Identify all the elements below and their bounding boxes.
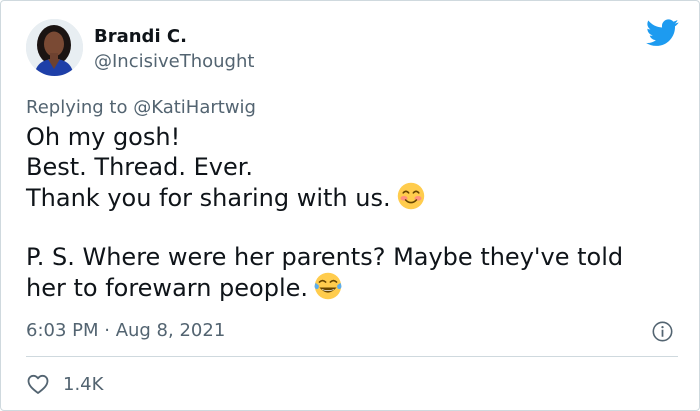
like-count: 1.4K <box>63 373 104 395</box>
smiling-face-icon <box>397 182 424 210</box>
tweet-line: P. S. Where were her parents? Maybe they… <box>26 243 624 271</box>
tweet-line: Best. Thread. Ever. <box>26 153 254 181</box>
tweet-line: Oh my gosh! <box>26 123 181 151</box>
tweet-line: Thank you for sharing with us. <box>26 182 676 213</box>
user-handle[interactable]: @IncisiveThought <box>94 51 254 73</box>
tweet-text: Oh my gosh! Best. Thread. Ever. Thank yo… <box>26 122 676 303</box>
tweet-card: Brandi C. @IncisiveThought Replying to @… <box>0 0 700 411</box>
heart-icon <box>27 374 49 394</box>
display-name[interactable]: Brandi C. <box>94 26 187 48</box>
reply-prefix: Replying to <box>26 97 128 118</box>
like-button[interactable]: 1.4K <box>26 372 103 396</box>
tears-of-joy-icon <box>314 272 342 300</box>
tweet-line-text: her to forewarn people. <box>26 274 309 302</box>
reply-mention-link[interactable]: @KatiHartwig <box>133 97 256 118</box>
tweet-line-text: Thank you for sharing with us. <box>26 184 391 212</box>
divider <box>26 356 678 357</box>
avatar-image <box>26 19 83 76</box>
info-icon[interactable] <box>652 321 673 342</box>
avatar[interactable] <box>26 19 83 76</box>
tweet-line: her to forewarn people. <box>26 272 676 303</box>
timestamp[interactable]: 6:03 PM · Aug 8, 2021 <box>26 320 225 342</box>
reply-context: Replying to @KatiHartwig <box>26 96 256 120</box>
twitter-bird-icon[interactable] <box>646 19 679 47</box>
